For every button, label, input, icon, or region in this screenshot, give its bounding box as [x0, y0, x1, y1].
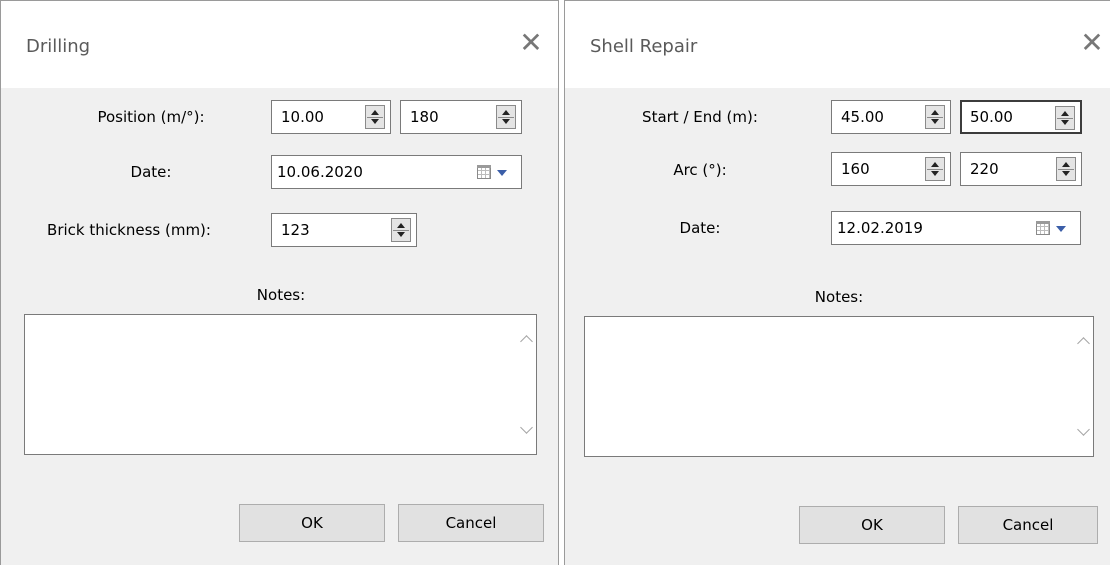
cancel-button[interactable]: Cancel [958, 506, 1098, 544]
notes-label: Notes: [814, 288, 864, 306]
arc-end-value: 220 [970, 160, 999, 178]
title-bar[interactable]: Shell Repair ✕ [565, 1, 1110, 88]
brick-thickness-spinbox[interactable]: 123 [271, 213, 417, 247]
brick-thickness-label: Brick thickness (mm): [47, 221, 211, 239]
notes-label: Notes: [256, 286, 306, 304]
dialog-title: Shell Repair [590, 36, 698, 57]
arc-start-value: 160 [841, 160, 870, 178]
chevron-down-icon [1056, 226, 1066, 232]
date-label: Date: [679, 219, 721, 237]
drilling-dialog: Drilling ✕ Position (m/°): 10.00 180 Dat… [0, 0, 559, 565]
calendar-icon [477, 165, 491, 179]
ok-button[interactable]: OK [239, 504, 385, 542]
notes-scrollbar[interactable] [1073, 317, 1093, 456]
chevron-down-icon [497, 170, 507, 176]
calendar-dropdown-button[interactable] [1036, 220, 1072, 238]
title-bar[interactable]: Drilling ✕ [1, 1, 558, 88]
scroll-up-icon[interactable] [1077, 337, 1090, 350]
date-picker[interactable]: 12.02.2019 [831, 211, 1081, 245]
date-picker[interactable]: 10.06.2020 [271, 155, 522, 189]
start-value: 45.00 [841, 108, 884, 126]
close-icon[interactable]: ✕ [517, 26, 545, 60]
scroll-down-icon[interactable] [1077, 423, 1090, 436]
cancel-button[interactable]: Cancel [398, 504, 544, 542]
position-label: Position (m/°): [97, 108, 205, 126]
arc-label: Arc (°): [673, 161, 727, 179]
spin-arrows-icon[interactable] [365, 105, 385, 129]
position-deg-spinbox[interactable]: 180 [400, 100, 522, 134]
close-icon[interactable]: ✕ [1078, 26, 1106, 60]
notes-input[interactable] [585, 317, 1073, 456]
calendar-icon [1036, 221, 1050, 235]
scroll-up-icon[interactable] [520, 335, 533, 348]
notes-textarea[interactable] [584, 316, 1094, 457]
position-m-spinbox[interactable]: 10.00 [271, 100, 391, 134]
brick-thickness-value: 123 [281, 221, 310, 239]
date-value: 12.02.2019 [837, 219, 923, 237]
end-value: 50.00 [970, 108, 1013, 126]
arc-start-spinbox[interactable]: 160 [831, 152, 951, 186]
spin-arrows-icon[interactable] [496, 105, 516, 129]
spin-arrows-icon[interactable] [925, 157, 945, 181]
shell-repair-dialog: Shell Repair ✕ Start / End (m): 45.00 50… [564, 0, 1110, 565]
arc-end-spinbox[interactable]: 220 [960, 152, 1082, 186]
notes-scrollbar[interactable] [516, 315, 536, 454]
spin-arrows-icon[interactable] [925, 105, 945, 129]
date-label: Date: [130, 163, 172, 181]
position-m-value: 10.00 [281, 108, 324, 126]
calendar-dropdown-button[interactable] [477, 164, 513, 182]
spin-arrows-icon[interactable] [1056, 157, 1076, 181]
position-deg-value: 180 [410, 108, 439, 126]
spin-arrows-icon[interactable] [1055, 106, 1075, 130]
end-spinbox[interactable]: 50.00 [960, 100, 1082, 134]
date-value: 10.06.2020 [277, 163, 363, 181]
notes-textarea[interactable] [24, 314, 537, 455]
start-end-label: Start / End (m): [642, 108, 758, 126]
notes-input[interactable] [25, 315, 516, 454]
spin-arrows-icon[interactable] [391, 218, 411, 242]
dialog-title: Drilling [26, 36, 91, 57]
ok-button[interactable]: OK [799, 506, 945, 544]
start-spinbox[interactable]: 45.00 [831, 100, 951, 134]
scroll-down-icon[interactable] [520, 421, 533, 434]
